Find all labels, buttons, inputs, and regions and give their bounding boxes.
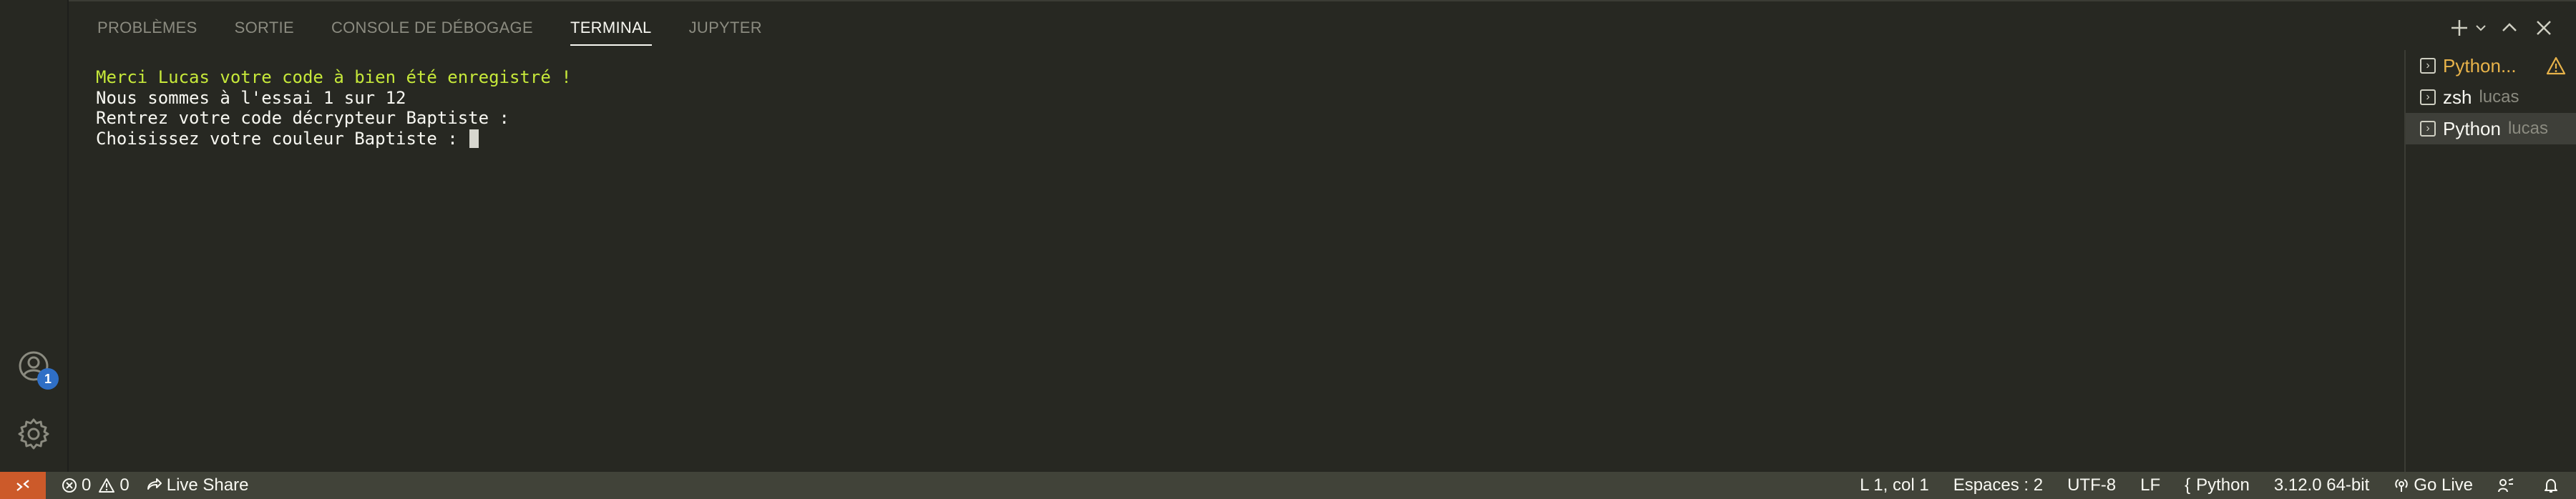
manage-button[interactable] — [14, 415, 53, 453]
broadcast-icon — [2395, 479, 2409, 492]
terminal-icon: › — [2420, 89, 2436, 105]
tab-debug-console[interactable]: CONSOLE DE DÉBOGAGE — [331, 1, 533, 51]
terminal-icon: › — [2420, 58, 2436, 74]
terminal-tab-python[interactable]: › Python lucas — [2406, 113, 2576, 144]
indentation[interactable]: Espaces : 2 — [1953, 475, 2043, 495]
terminal-output[interactable]: Merci Lucas votre code à bien été enregi… — [96, 67, 572, 149]
tab-terminal[interactable]: TERMINAL — [570, 1, 652, 51]
braces-icon: { — [2185, 475, 2191, 495]
terminal-cursor — [469, 129, 479, 148]
terminal-line: Merci Lucas votre code à bien été enregi… — [96, 67, 572, 87]
tab-jupyter[interactable]: JUPYTER — [689, 1, 762, 51]
terminal-line: Rentrez votre code décrypteur Baptiste : — [96, 108, 509, 128]
bottom-panel: PROBLÈMES SORTIE CONSOLE DE DÉBOGAGE TER… — [69, 0, 2576, 473]
live-share-icon — [147, 478, 162, 490]
remote-icon — [16, 480, 29, 491]
gear-icon — [18, 418, 49, 450]
go-live-button[interactable]: Go Live — [2394, 475, 2473, 495]
terminal-tab-python-warning[interactable]: › Python... — [2406, 50, 2576, 81]
end-of-line[interactable]: LF — [2140, 475, 2160, 495]
close-icon — [2537, 21, 2551, 35]
chevron-up-icon — [2502, 23, 2517, 31]
launch-profile-button[interactable] — [2473, 14, 2489, 41]
notifications-button[interactable] — [2543, 478, 2563, 493]
maximize-panel-button[interactable] — [2496, 14, 2523, 41]
status-bar: 0 0 Live Share L 1, col 1 Espaces : 2 UT… — [0, 472, 2576, 499]
live-share-button[interactable]: Live Share — [145, 475, 248, 495]
remote-indicator[interactable] — [0, 472, 46, 499]
terminal-tabs-list: › Python... › zsh lucas › Python lucas — [2404, 50, 2576, 473]
tab-problems[interactable]: PROBLÈMES — [97, 1, 197, 51]
status-right: L 1, col 1 Espaces : 2 UTF-8 LF { Python… — [1835, 475, 2563, 495]
accounts-button[interactable]: 1 — [14, 347, 59, 390]
activity-bar: 1 — [0, 0, 69, 472]
terminal-tab-zsh[interactable]: › zsh lucas — [2406, 81, 2576, 113]
problems-indicator[interactable]: 0 0 — [62, 475, 130, 495]
error-icon — [62, 478, 77, 493]
warning-icon — [99, 478, 115, 493]
new-terminal-button[interactable] — [2446, 14, 2473, 41]
account-badge: 1 — [37, 368, 59, 390]
panel-tabs: PROBLÈMES SORTIE CONSOLE DE DÉBOGAGE TER… — [97, 1, 799, 51]
warning-icon — [2546, 56, 2566, 75]
terminal-icon: › — [2420, 121, 2436, 137]
python-interpreter[interactable]: 3.12.0 64-bit — [2274, 475, 2369, 495]
feedback-button[interactable] — [2497, 478, 2519, 493]
bell-icon — [2545, 479, 2557, 493]
feedback-icon — [2498, 478, 2514, 493]
chevron-down-icon — [2476, 25, 2486, 31]
plus-icon — [2451, 20, 2467, 36]
close-panel-button[interactable] — [2530, 14, 2557, 41]
panel-actions — [2439, 14, 2557, 41]
cursor-position[interactable]: L 1, col 1 — [1860, 475, 1929, 495]
terminal-line: Nous sommes à l'essai 1 sur 12 — [96, 87, 406, 108]
language-mode[interactable]: { Python — [2185, 475, 2250, 495]
terminal-line: Choisissez votre couleur Baptiste : — [96, 128, 469, 149]
encoding[interactable]: UTF-8 — [2067, 475, 2116, 495]
tab-output[interactable]: SORTIE — [235, 1, 294, 51]
